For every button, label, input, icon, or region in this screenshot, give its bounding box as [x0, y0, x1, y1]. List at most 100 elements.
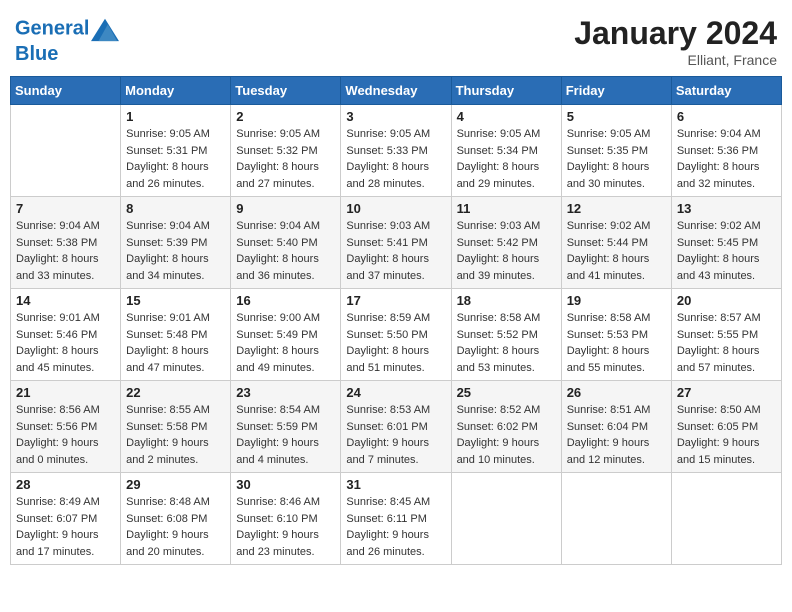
calendar-cell: 3 Sunrise: 9:05 AMSunset: 5:33 PMDaylight…	[341, 105, 451, 197]
day-info: Sunrise: 9:03 AMSunset: 5:41 PMDaylight:…	[346, 218, 445, 284]
day-number: 24	[346, 385, 445, 400]
calendar-cell: 30Sunrise: 8:46 AMSunset: 6:10 PMDayligh…	[231, 473, 341, 565]
day-number: 12	[567, 201, 666, 216]
calendar-cell: 13Sunrise: 9:02 AMSunset: 5:45 PMDayligh…	[671, 197, 781, 289]
day-number: 14	[16, 293, 115, 308]
logo-icon	[91, 15, 119, 43]
day-number: 16	[236, 293, 335, 308]
calendar-cell: 17Sunrise: 8:59 AMSunset: 5:50 PMDayligh…	[341, 289, 451, 381]
calendar-cell	[671, 473, 781, 565]
day-info: Sunrise: 8:50 AMSunset: 6:05 PMDaylight:…	[677, 402, 776, 468]
calendar-cell: 22 Sunrise: 8:55 AMSunset: 5:58 PMDayligh…	[121, 381, 231, 473]
day-number: 26	[567, 385, 666, 400]
day-number: 19	[567, 293, 666, 308]
day-info: Sunrise: 8:46 AMSunset: 6:10 PMDaylight:…	[236, 494, 335, 560]
day-number: 18	[457, 293, 556, 308]
calendar-cell: 1 Sunrise: 9:05 AMSunset: 5:31 PMDaylight…	[121, 105, 231, 197]
day-info: Sunrise: 9:04 AMSunset: 5:36 PMDaylight:…	[677, 126, 776, 192]
calendar-cell: 27 Sunrise: 8:50 AMSunset: 6:05 PMDayligh…	[671, 381, 781, 473]
day-info: Sunrise: 9:05 AMSunset: 5:32 PMDaylight:…	[236, 126, 335, 192]
calendar-week-row: 21 Sunrise: 8:56 AMSunset: 5:56 PMDayligh…	[11, 381, 782, 473]
day-info: Sunrise: 8:52 AMSunset: 6:02 PMDaylight:…	[457, 402, 556, 468]
col-header-monday: Monday	[121, 77, 231, 105]
calendar-cell: 12 Sunrise: 9:02 AMSunset: 5:44 PMDayligh…	[561, 197, 671, 289]
day-number: 22	[126, 385, 225, 400]
day-number: 17	[346, 293, 445, 308]
day-number: 1	[126, 109, 225, 124]
day-number: 29	[126, 477, 225, 492]
day-info: Sunrise: 8:45 AMSunset: 6:11 PMDaylight:…	[346, 494, 445, 560]
day-info: Sunrise: 9:05 AMSunset: 5:33 PMDaylight:…	[346, 126, 445, 192]
day-info: Sunrise: 8:57 AMSunset: 5:55 PMDaylight:…	[677, 310, 776, 376]
calendar-cell: 4 Sunrise: 9:05 AMSunset: 5:34 PMDaylight…	[451, 105, 561, 197]
col-header-saturday: Saturday	[671, 77, 781, 105]
day-number: 25	[457, 385, 556, 400]
calendar-cell: 21 Sunrise: 8:56 AMSunset: 5:56 PMDayligh…	[11, 381, 121, 473]
calendar-cell: 7 Sunrise: 9:04 AMSunset: 5:38 PMDaylight…	[11, 197, 121, 289]
day-info: Sunrise: 8:49 AMSunset: 6:07 PMDaylight:…	[16, 494, 115, 560]
logo: General Blue	[15, 15, 119, 65]
calendar-cell: 10 Sunrise: 9:03 AMSunset: 5:41 PMDayligh…	[341, 197, 451, 289]
calendar-cell	[561, 473, 671, 565]
day-number: 27	[677, 385, 776, 400]
calendar-cell: 31 Sunrise: 8:45 AMSunset: 6:11 PMDayligh…	[341, 473, 451, 565]
calendar-cell	[451, 473, 561, 565]
day-info: Sunrise: 8:48 AMSunset: 6:08 PMDaylight:…	[126, 494, 225, 560]
day-number: 10	[346, 201, 445, 216]
month-title: January 2024	[574, 15, 777, 52]
day-info: Sunrise: 8:55 AMSunset: 5:58 PMDaylight:…	[126, 402, 225, 468]
day-number: 13	[677, 201, 776, 216]
day-info: Sunrise: 9:01 AMSunset: 5:48 PMDaylight:…	[126, 310, 225, 376]
calendar-week-row: 14Sunrise: 9:01 AMSunset: 5:46 PMDayligh…	[11, 289, 782, 381]
col-header-thursday: Thursday	[451, 77, 561, 105]
calendar-week-row: 7 Sunrise: 9:04 AMSunset: 5:38 PMDaylight…	[11, 197, 782, 289]
day-info: Sunrise: 9:02 AMSunset: 5:44 PMDaylight:…	[567, 218, 666, 284]
day-info: Sunrise: 8:58 AMSunset: 5:53 PMDaylight:…	[567, 310, 666, 376]
day-info: Sunrise: 8:51 AMSunset: 6:04 PMDaylight:…	[567, 402, 666, 468]
calendar-cell: 24Sunrise: 8:53 AMSunset: 6:01 PMDayligh…	[341, 381, 451, 473]
day-info: Sunrise: 9:04 AMSunset: 5:38 PMDaylight:…	[16, 218, 115, 284]
day-info: Sunrise: 8:58 AMSunset: 5:52 PMDaylight:…	[457, 310, 556, 376]
calendar-week-row: 1 Sunrise: 9:05 AMSunset: 5:31 PMDaylight…	[11, 105, 782, 197]
col-header-tuesday: Tuesday	[231, 77, 341, 105]
day-info: Sunrise: 9:05 AMSunset: 5:31 PMDaylight:…	[126, 126, 225, 192]
day-number: 28	[16, 477, 115, 492]
day-number: 21	[16, 385, 115, 400]
calendar-cell: 2 Sunrise: 9:05 AMSunset: 5:32 PMDaylight…	[231, 105, 341, 197]
day-info: Sunrise: 8:56 AMSunset: 5:56 PMDaylight:…	[16, 402, 115, 468]
col-header-friday: Friday	[561, 77, 671, 105]
page-header: General Blue January 2024 Elliant, Franc…	[10, 10, 782, 68]
day-number: 8	[126, 201, 225, 216]
location: Elliant, France	[574, 52, 777, 68]
day-info: Sunrise: 9:04 AMSunset: 5:40 PMDaylight:…	[236, 218, 335, 284]
calendar-header-row: SundayMondayTuesdayWednesdayThursdayFrid…	[11, 77, 782, 105]
calendar-cell: 6Sunrise: 9:04 AMSunset: 5:36 PMDaylight…	[671, 105, 781, 197]
calendar-cell: 25 Sunrise: 8:52 AMSunset: 6:02 PMDayligh…	[451, 381, 561, 473]
logo-text: General Blue	[15, 15, 119, 65]
title-block: January 2024 Elliant, France	[574, 15, 777, 68]
calendar-cell	[11, 105, 121, 197]
calendar-cell: 14Sunrise: 9:01 AMSunset: 5:46 PMDayligh…	[11, 289, 121, 381]
day-number: 11	[457, 201, 556, 216]
calendar-table: SundayMondayTuesdayWednesdayThursdayFrid…	[10, 76, 782, 565]
calendar-cell: 19 Sunrise: 8:58 AMSunset: 5:53 PMDayligh…	[561, 289, 671, 381]
day-number: 31	[346, 477, 445, 492]
calendar-cell: 9 Sunrise: 9:04 AMSunset: 5:40 PMDaylight…	[231, 197, 341, 289]
day-number: 9	[236, 201, 335, 216]
day-number: 5	[567, 109, 666, 124]
calendar-cell: 23Sunrise: 8:54 AMSunset: 5:59 PMDayligh…	[231, 381, 341, 473]
day-info: Sunrise: 9:05 AMSunset: 5:35 PMDaylight:…	[567, 126, 666, 192]
day-number: 20	[677, 293, 776, 308]
calendar-body: 1 Sunrise: 9:05 AMSunset: 5:31 PMDaylight…	[11, 105, 782, 565]
day-number: 23	[236, 385, 335, 400]
calendar-cell: 28 Sunrise: 8:49 AMSunset: 6:07 PMDayligh…	[11, 473, 121, 565]
day-number: 2	[236, 109, 335, 124]
day-info: Sunrise: 9:05 AMSunset: 5:34 PMDaylight:…	[457, 126, 556, 192]
day-number: 7	[16, 201, 115, 216]
day-number: 4	[457, 109, 556, 124]
day-number: 3	[346, 109, 445, 124]
calendar-cell: 8Sunrise: 9:04 AMSunset: 5:39 PMDaylight…	[121, 197, 231, 289]
calendar-cell: 18 Sunrise: 8:58 AMSunset: 5:52 PMDayligh…	[451, 289, 561, 381]
col-header-wednesday: Wednesday	[341, 77, 451, 105]
calendar-cell: 20 Sunrise: 8:57 AMSunset: 5:55 PMDayligh…	[671, 289, 781, 381]
